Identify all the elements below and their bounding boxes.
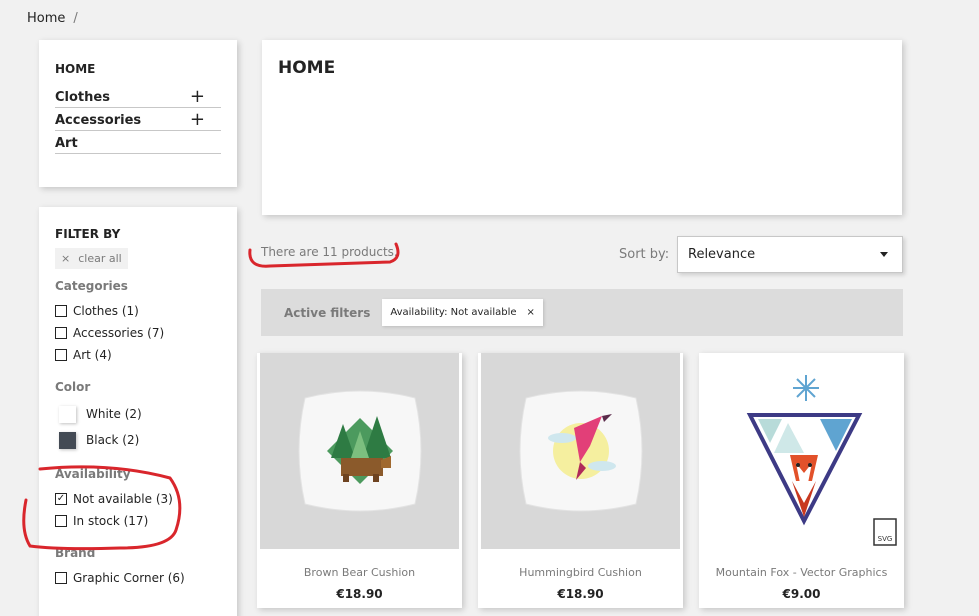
product-thumbnail[interactable] (481, 353, 680, 549)
checkbox[interactable] (55, 349, 67, 361)
category-label[interactable]: Clothes (55, 90, 110, 105)
breadcrumb-home-link[interactable]: Home (27, 11, 65, 26)
checkbox[interactable] (55, 515, 67, 527)
category-item-art[interactable]: Art (55, 131, 221, 154)
sort-value: Relevance (688, 247, 756, 262)
facet-categories: Categories Clothes (1) Accessories (7) A… (55, 279, 221, 366)
product-card[interactable]: Hummingbird Cushion €18.90 (478, 353, 683, 608)
expand-plus-icon[interactable]: + (190, 111, 205, 129)
facet-title: Categories (55, 279, 128, 293)
facet-option-label: Not available (3) (73, 492, 173, 506)
category-label[interactable]: Accessories (55, 113, 141, 128)
facet-option-clothes[interactable]: Clothes (1) (55, 300, 221, 322)
svg-badge-text: SVG (878, 535, 893, 543)
product-thumbnail[interactable]: SVG (702, 353, 901, 549)
product-name[interactable]: Hummingbird Cushion (478, 566, 683, 579)
checkbox-checked[interactable]: ✓ (55, 493, 67, 505)
page-title: HOME (278, 58, 336, 78)
active-filters-bar: Active filters Availability: Not availab… (261, 289, 903, 336)
breadcrumb-separator: / (73, 11, 78, 26)
facet-option-label: Graphic Corner (6) (73, 571, 185, 585)
expand-plus-icon[interactable]: + (190, 88, 205, 106)
category-label[interactable]: Art (55, 136, 78, 151)
mountain-fox-image: SVG (746, 375, 897, 546)
sort-dropdown[interactable]: Relevance (677, 236, 903, 273)
facet-title: Color (55, 380, 91, 394)
hummingbird-cushion-image (519, 390, 642, 512)
clear-all-label: clear all (78, 252, 122, 265)
product-price: €9.00 (782, 587, 821, 601)
facet-option-black[interactable]: Black (2) (55, 427, 221, 453)
facet-option-graphic-corner[interactable]: Graphic Corner (6) (55, 567, 221, 589)
caret-down-icon (880, 252, 888, 257)
facet-title: Availability (55, 467, 131, 481)
facet-color: Color White (2) Black (2) (55, 380, 221, 453)
facet-brand: Brand Graphic Corner (6) (55, 546, 221, 589)
product-count: There are 11 products. (261, 245, 398, 259)
facet-title: Brand (55, 546, 96, 560)
facet-option-label: Clothes (1) (73, 304, 139, 318)
facet-availability: Availability ✓ Not available (3) In stoc… (55, 467, 221, 532)
facet-option-accessories[interactable]: Accessories (7) (55, 322, 221, 344)
category-item-clothes[interactable]: Clothes + (55, 85, 221, 108)
facet-filter-panel: FILTER BY × clear all Categories Clothes… (39, 207, 237, 616)
sort-label: Sort by: (619, 247, 670, 262)
facet-option-label: Black (2) (86, 433, 140, 447)
clear-all-button[interactable]: × clear all (55, 248, 128, 269)
facet-option-not-available[interactable]: ✓ Not available (3) (55, 488, 221, 510)
product-price: €18.90 (336, 587, 383, 601)
category-item-accessories[interactable]: Accessories + (55, 108, 221, 131)
facet-option-white[interactable]: White (2) (55, 401, 221, 427)
facet-option-in-stock[interactable]: In stock (17) (55, 510, 221, 532)
facet-option-label: White (2) (86, 407, 142, 421)
category-tree-title[interactable]: HOME (55, 62, 221, 76)
facet-option-label: In stock (17) (73, 514, 149, 528)
close-icon[interactable]: × (527, 307, 535, 318)
facet-option-art[interactable]: Art (4) (55, 344, 221, 366)
product-card[interactable]: SVG Mountain Fox - Vector Graphics €9.00 (699, 353, 904, 608)
product-thumbnail[interactable] (260, 353, 459, 549)
close-icon: × (61, 252, 71, 265)
category-header: HOME (262, 40, 902, 215)
bear-cushion-image (298, 390, 421, 512)
checkbox[interactable] (55, 572, 67, 584)
product-name[interactable]: Brown Bear Cushion (257, 566, 462, 579)
category-tree: HOME Clothes + Accessories + Art (39, 40, 237, 187)
color-swatch-black[interactable] (59, 431, 76, 449)
product-name[interactable]: Mountain Fox - Vector Graphics (699, 566, 904, 579)
breadcrumb: Home / (27, 11, 78, 26)
active-filters-label: Active filters (284, 305, 371, 320)
facet-option-label: Art (4) (73, 348, 112, 362)
active-filter-chip[interactable]: Availability: Not available × (382, 299, 543, 326)
product-price: €18.90 (557, 587, 604, 601)
checkbox[interactable] (55, 327, 67, 339)
facet-option-label: Accessories (7) (73, 326, 165, 340)
product-card[interactable]: Brown Bear Cushion €18.90 (257, 353, 462, 608)
color-swatch-white[interactable] (59, 405, 76, 423)
filter-by-title: FILTER BY (55, 227, 121, 241)
checkbox[interactable] (55, 305, 67, 317)
active-filter-label: Availability: Not available (390, 307, 517, 318)
